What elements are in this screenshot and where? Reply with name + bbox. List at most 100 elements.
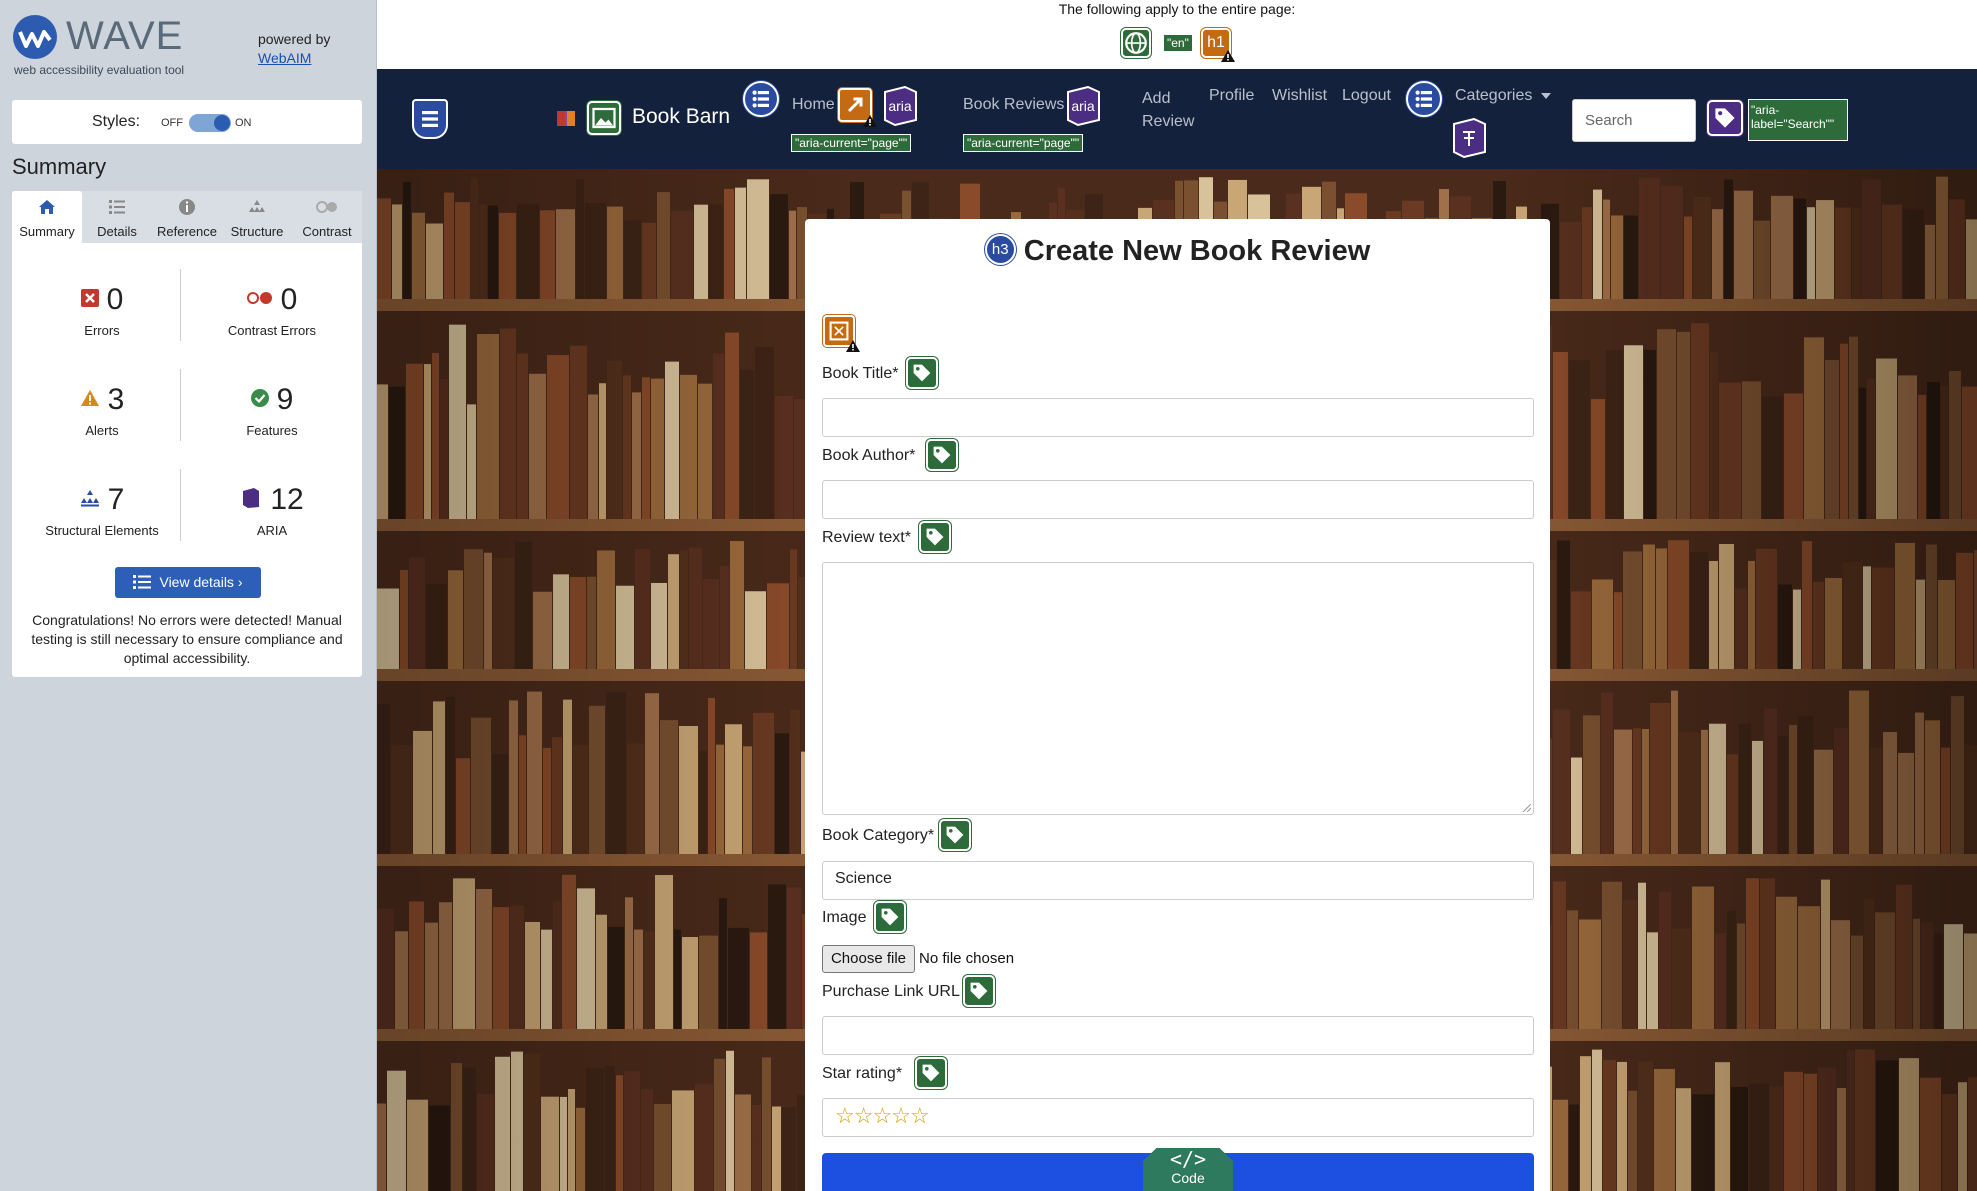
stat-label: Alerts <box>85 423 119 438</box>
view-details-button[interactable]: View details › <box>115 567 261 598</box>
globe-icon <box>1125 32 1147 54</box>
code-tab-label: Code <box>1171 1170 1205 1186</box>
nav-add-review-line1: Add <box>1142 90 1171 107</box>
label-tag-icon[interactable] <box>906 357 938 389</box>
label-tag-icon[interactable] <box>919 521 951 553</box>
choose-file-button[interactable]: Choose file <box>822 945 915 973</box>
stat-label: Errors <box>84 323 120 338</box>
page-title-text: Create New Book Review <box>1023 235 1371 267</box>
tab-structure[interactable]: Structure <box>222 191 292 243</box>
nav-categories-dropdown[interactable]: Categories <box>1455 87 1551 105</box>
search-aria-line1: "aria- <box>1751 103 1780 117</box>
toggle-knob <box>214 115 230 131</box>
aria-expanded-icon[interactable] <box>1450 118 1488 158</box>
tag-icon <box>922 1064 940 1082</box>
caret-down-icon <box>1540 92 1551 99</box>
label-tag-icon[interactable] <box>874 901 906 933</box>
label-tag-icon[interactable] <box>926 439 958 471</box>
contrast-error-icon <box>246 292 272 305</box>
tab-reference[interactable]: Reference <box>152 191 222 243</box>
home-icon <box>39 200 55 214</box>
nav-profile[interactable]: Profile <box>1209 87 1254 105</box>
search-aria-label: "aria- label="Search"" <box>1748 99 1848 141</box>
purchase-link-input[interactable] <box>822 1016 1534 1055</box>
wave-sidebar: WAVE web accessibility evaluation tool p… <box>0 0 377 1191</box>
navigation-region-icon[interactable] <box>412 99 448 139</box>
summary-heading: Summary <box>12 154 107 179</box>
webaim-link[interactable]: WebAIM <box>258 50 311 66</box>
nav-book-reviews[interactable]: Book Reviews <box>963 96 1064 114</box>
brand-name[interactable]: Book Barn <box>632 105 730 129</box>
review-text-textarea[interactable] <box>822 562 1534 815</box>
nav-wishlist[interactable]: Wishlist <box>1272 87 1327 105</box>
book-author-input[interactable] <box>822 480 1534 519</box>
stat-value: 3 <box>107 383 125 416</box>
h3-heading-icon[interactable]: h3 <box>984 233 1016 265</box>
search-input[interactable]: Search <box>1572 99 1696 142</box>
aria-label-icon[interactable] <box>1707 100 1743 136</box>
stat-errors[interactable]: 0 Errors <box>22 283 182 338</box>
label-tag-icon[interactable] <box>939 819 971 851</box>
styles-label: Styles: <box>92 113 141 130</box>
list-icon <box>752 90 769 108</box>
styles-toggle[interactable] <box>189 114 231 132</box>
list-structure-icon[interactable] <box>743 81 779 117</box>
language-globe-icon[interactable] <box>1121 28 1151 58</box>
summary-panel: Summary Details Reference Structure Cont… <box>12 191 362 677</box>
error-icon <box>80 289 99 308</box>
wave-title: WAVE <box>66 14 184 58</box>
h1-alert-icon[interactable]: h1 <box>1201 28 1235 62</box>
view-details-label: View details › <box>159 574 243 590</box>
label-tag-icon[interactable] <box>915 1057 947 1089</box>
aria-icon[interactable]: aria <box>881 86 919 126</box>
styles-on-label: ON <box>235 117 252 129</box>
structure-icon <box>80 490 99 507</box>
tab-contrast[interactable]: Contrast <box>292 191 362 243</box>
star-rating-input[interactable]: ☆☆☆☆☆ <box>822 1098 1534 1137</box>
orphaned-form-alert-icon[interactable] <box>823 315 860 352</box>
stat-label: Features <box>246 423 298 438</box>
warning-icon <box>863 115 877 127</box>
stat-value: 0 <box>106 283 124 316</box>
stat-aria[interactable]: 12 ARIA <box>192 483 352 538</box>
label-tag-icon[interactable] <box>963 975 995 1007</box>
powered-by: powered by WebAIM <box>258 30 330 68</box>
page-note: The following apply to the entire page: <box>1058 1 1296 17</box>
warning-icon <box>846 340 860 352</box>
aria-current-label: "aria-current="page"" <box>963 134 1084 152</box>
stat-value: 9 <box>276 383 294 416</box>
list-structure-icon[interactable] <box>1406 81 1442 117</box>
nav-add-review[interactable]: Add Review <box>1142 87 1194 133</box>
stat-features[interactable]: 9 Features <box>192 383 352 438</box>
tab-label: Structure <box>230 224 284 239</box>
image-alt-icon[interactable] <box>587 101 621 135</box>
stat-label: Structural Elements <box>45 523 159 538</box>
book-title-label: Book Title* <box>822 365 899 382</box>
page-title: h3 Create New Book Review <box>805 233 1550 268</box>
tag-icon <box>970 982 988 1000</box>
aria-icon <box>243 488 260 509</box>
image-icon <box>592 107 616 129</box>
site-navbar: Book Barn Home aria "aria-current="page"… <box>377 69 1977 169</box>
nav-home[interactable]: Home <box>792 96 835 114</box>
resize-handle-icon[interactable] <box>1521 802 1531 812</box>
create-review-card: h3 Create New Book Review Book Title* Bo… <box>805 219 1550 1191</box>
stat-contrast-errors[interactable]: 0 Contrast Errors <box>192 283 352 338</box>
lang-label: "en" <box>1163 34 1193 52</box>
stat-value: 7 <box>107 483 125 516</box>
tag-icon <box>1715 108 1735 128</box>
tag-icon <box>946 826 964 844</box>
no-file-chosen-text: No file chosen <box>919 950 1015 967</box>
nav-logout[interactable]: Logout <box>1342 87 1391 105</box>
aria-icon[interactable]: aria <box>1064 86 1102 126</box>
info-icon <box>179 199 195 215</box>
book-category-select[interactable]: Science <box>822 861 1534 900</box>
tab-details[interactable]: Details <box>82 191 152 243</box>
stat-alerts[interactable]: 3 Alerts <box>22 383 182 438</box>
book-title-input[interactable] <box>822 398 1534 437</box>
redundant-link-alert-icon[interactable] <box>838 88 877 127</box>
stat-structural[interactable]: 7 Structural Elements <box>22 483 182 538</box>
tab-summary[interactable]: Summary <box>12 191 82 243</box>
code-view-tab[interactable]: </> Code <box>1143 1148 1233 1191</box>
book-category-label: Book Category* <box>822 827 935 844</box>
